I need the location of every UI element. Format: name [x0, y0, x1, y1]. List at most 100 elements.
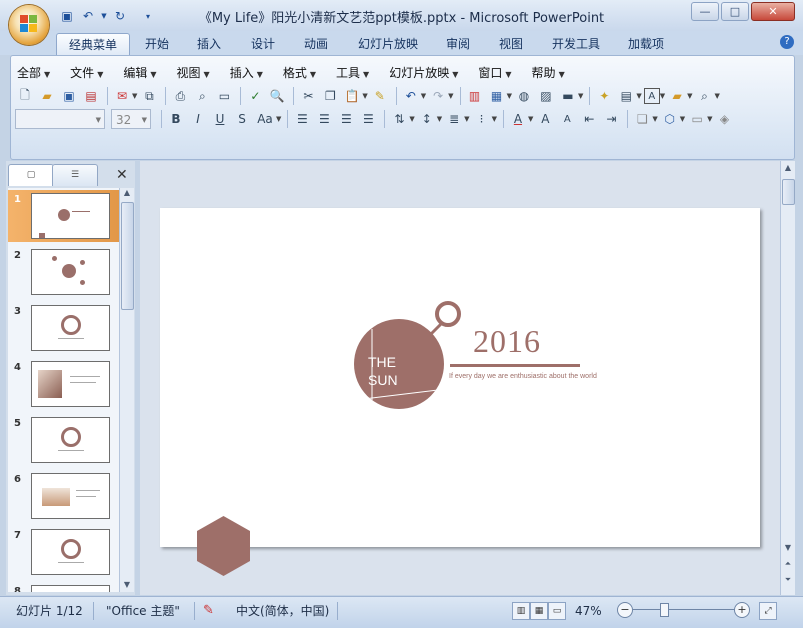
align-right-icon[interactable]: ☰	[336, 109, 356, 129]
chart-icon[interactable]: ▥	[465, 86, 485, 106]
change-case-icon[interactable]: Aa	[254, 109, 276, 129]
grow-font-icon[interactable]: A	[535, 109, 555, 129]
tab-developer[interactable]: 开发工具	[545, 33, 607, 55]
font-size-combo[interactable]: 32 ▼	[111, 109, 151, 129]
increase-indent-icon[interactable]: ⇥	[601, 109, 621, 129]
menu-slideshow[interactable]: 幻灯片放映 ▼	[389, 64, 458, 82]
slide-layout-icon[interactable]: ▭	[214, 86, 234, 106]
cut-icon[interactable]: ✂	[298, 86, 318, 106]
tab-review[interactable]: 审阅	[437, 33, 479, 55]
scrollbar-thumb[interactable]	[782, 179, 795, 205]
table-icon[interactable]: ▦	[487, 86, 507, 106]
picture-icon[interactable]: ▨	[536, 86, 556, 106]
slide-tagline[interactable]: If every day we are enthusiastic about t…	[449, 373, 599, 381]
menu-insert[interactable]: 插入 ▼	[230, 64, 263, 82]
print-preview-icon[interactable]: ⌕	[192, 86, 212, 106]
menu-tools[interactable]: 工具 ▼	[336, 64, 369, 82]
publish-icon[interactable]: ⧉	[139, 86, 159, 106]
shrink-font-icon[interactable]: A	[557, 109, 577, 129]
menu-help[interactable]: 帮助 ▼	[532, 64, 565, 82]
hyperlink-icon[interactable]: ◍	[514, 86, 534, 106]
paste-icon[interactable]: 📋	[342, 86, 362, 106]
bullets-icon[interactable]: ⁝	[472, 109, 492, 129]
decrease-indent-icon[interactable]: ⇤	[579, 109, 599, 129]
help-icon[interactable]: ?	[780, 35, 794, 49]
shape-fill-icon[interactable]: ◈	[715, 109, 735, 129]
menu-all[interactable]: 全部 ▼	[17, 64, 50, 82]
tab-slides[interactable]: ▢	[8, 164, 54, 186]
folder-icon[interactable]: ▰	[667, 86, 687, 106]
shapes-icon[interactable]: ⬡	[660, 109, 680, 129]
tab-outline[interactable]: ☰	[52, 164, 98, 186]
tab-home[interactable]: 开始	[136, 33, 178, 55]
thumbnail-slide-1[interactable]: 1	[8, 190, 120, 242]
zoom-in-button[interactable]: +	[734, 602, 750, 618]
scroll-down-icon[interactable]: ▼	[781, 543, 795, 555]
shadow-icon[interactable]: S	[232, 109, 252, 129]
scroll-up-icon[interactable]: ▲	[781, 163, 795, 175]
minimize-button[interactable]: —	[691, 2, 719, 21]
close-pane-icon[interactable]: ✕	[116, 167, 128, 183]
menu-edit[interactable]: 编辑 ▼	[123, 64, 156, 82]
redo-icon[interactable]: ↷	[428, 86, 448, 106]
email-icon[interactable]: ✉	[112, 86, 132, 106]
zoom-out-button[interactable]: −	[617, 602, 633, 618]
arrange-icon[interactable]: ❏	[632, 109, 652, 129]
next-slide-icon[interactable]: ⏷	[781, 575, 795, 587]
current-slide[interactable]: THE SUN 2016 If every day we are enthusi…	[160, 208, 760, 576]
font-name-combo[interactable]: ▼	[15, 109, 105, 129]
align-center-icon[interactable]: ☰	[314, 109, 334, 129]
format-painter-icon[interactable]: ✎	[370, 86, 390, 106]
copy-icon[interactable]: ❐	[320, 86, 340, 106]
bold-icon[interactable]: B	[166, 109, 186, 129]
new-file-icon[interactable]: 🗋	[15, 86, 35, 106]
zoom-icon[interactable]: ⌕	[695, 86, 715, 106]
previous-slide-icon[interactable]: ⏶	[781, 559, 795, 571]
line-spacing-icon[interactable]: ↕	[417, 109, 437, 129]
font-color-icon[interactable]: A	[508, 109, 528, 129]
zoom-level[interactable]: 47%	[575, 602, 602, 620]
align-left-icon[interactable]: ☰	[292, 109, 312, 129]
menu-file[interactable]: 文件 ▼	[70, 64, 103, 82]
office-button[interactable]	[9, 5, 49, 45]
tab-design[interactable]: 设计	[242, 33, 284, 55]
italic-icon[interactable]: I	[188, 109, 208, 129]
save-icon[interactable]: ▣	[59, 86, 79, 106]
line-style-icon[interactable]: ▬	[558, 86, 578, 106]
slide-year[interactable]: 2016	[473, 323, 541, 360]
language-indicator[interactable]: 中文(简体，中国)	[236, 602, 329, 620]
permission-icon[interactable]: ▤	[81, 86, 101, 106]
maximize-button[interactable]: □	[721, 2, 749, 21]
thumbnail-scrollbar[interactable]: ▲ ▼	[119, 188, 134, 592]
underline-icon[interactable]: U	[210, 109, 230, 129]
undo-icon[interactable]: ↶	[401, 86, 421, 106]
spelling-icon[interactable]: ✓	[245, 86, 265, 106]
thumbnail-slide-5[interactable]: 5	[8, 414, 120, 466]
text-box-icon[interactable]: A	[643, 88, 660, 104]
fit-to-window-button[interactable]: ⤢	[759, 602, 777, 620]
text-direction-icon[interactable]: ⇅	[389, 109, 409, 129]
thumbnail-slide-6[interactable]: 6	[8, 470, 120, 522]
thumbnail-slide-8[interactable]: 8	[8, 582, 120, 592]
tab-classic-menu[interactable]: 经典菜单	[56, 33, 130, 56]
justify-icon[interactable]: ☰	[358, 109, 378, 129]
tab-view[interactable]: 视图	[490, 33, 532, 55]
open-folder-icon[interactable]: ▰	[37, 86, 57, 106]
tab-addins[interactable]: 加载项	[620, 33, 672, 55]
new-slide-icon[interactable]: ✦	[594, 86, 614, 106]
menu-format[interactable]: 格式 ▼	[283, 64, 316, 82]
menu-window[interactable]: 窗口 ▼	[478, 64, 511, 82]
slideshow-button[interactable]: ▭	[548, 602, 566, 620]
thumbnail-slide-4[interactable]: 4	[8, 358, 120, 410]
zoom-slider[interactable]	[633, 609, 737, 610]
slide-scrollbar[interactable]: ▲ ▼ ⏶ ⏷	[780, 161, 795, 595]
spell-check-icon[interactable]: ✎	[203, 602, 214, 620]
thumbnail-slide-3[interactable]: 3	[8, 302, 120, 354]
quick-styles-icon[interactable]: ▭	[687, 109, 707, 129]
slide-sorter-button[interactable]: ▦	[530, 602, 548, 620]
thumbnail-slide-2[interactable]: 2	[8, 246, 120, 298]
menu-view[interactable]: 视图 ▼	[177, 64, 210, 82]
layout-icon[interactable]: ▤	[616, 86, 636, 106]
scroll-down-icon[interactable]: ▼	[120, 580, 134, 592]
zoom-slider-thumb[interactable]	[660, 603, 670, 617]
